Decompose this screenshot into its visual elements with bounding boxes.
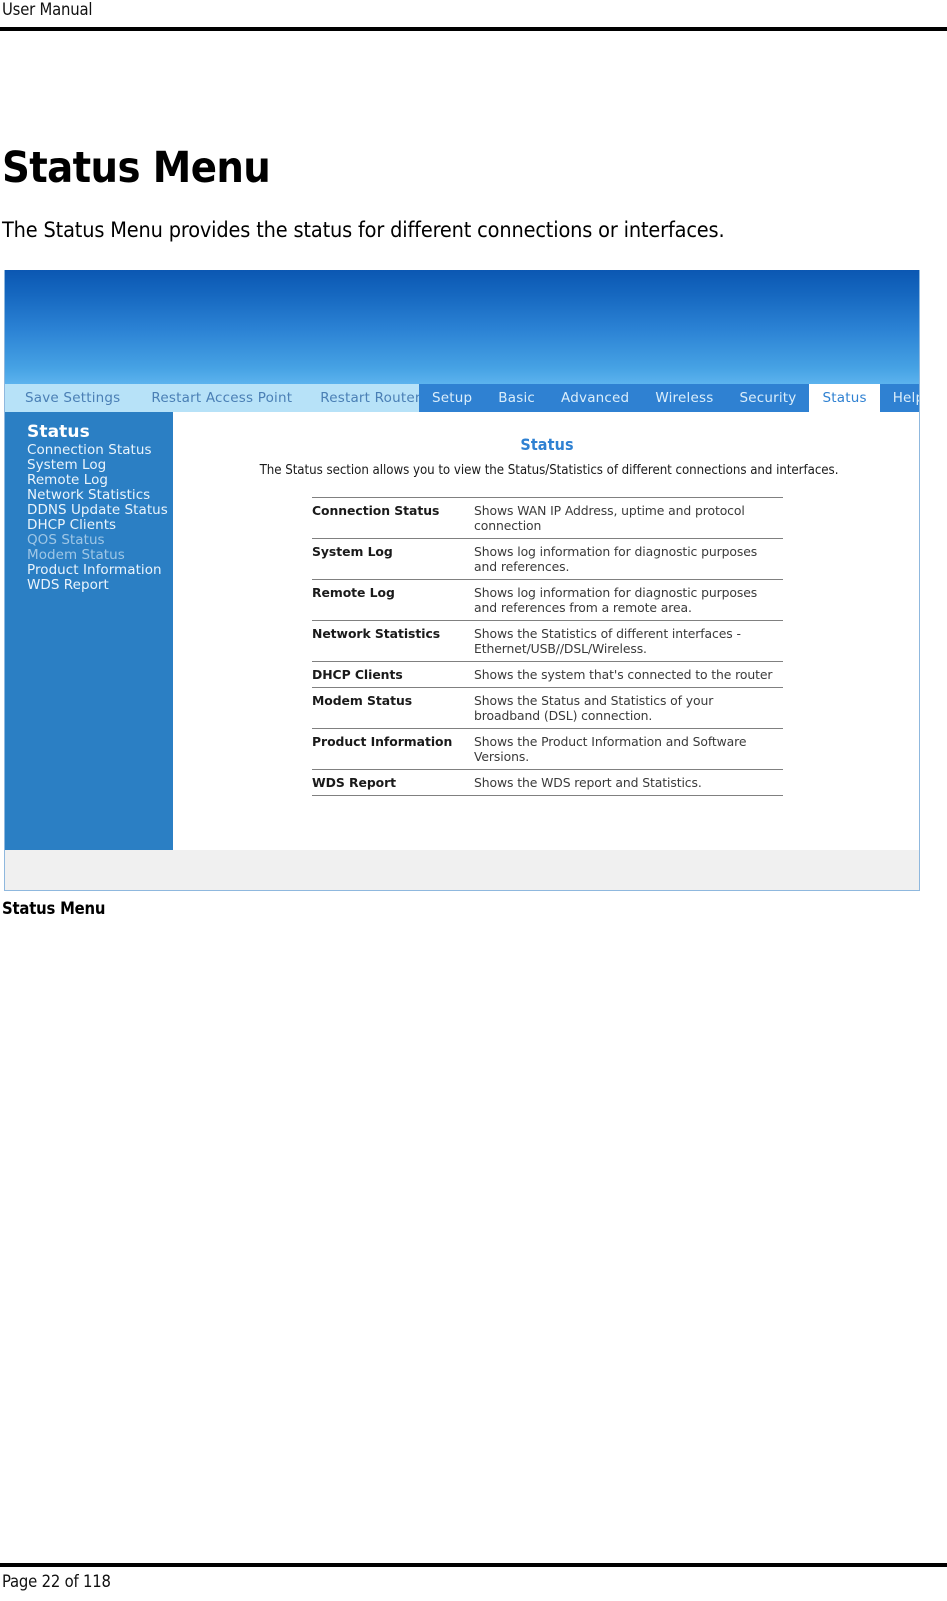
status-description-table: Connection Status Shows WAN IP Address, … (312, 497, 783, 796)
router-ui-screenshot: Save Settings Restart Access Point Resta… (4, 270, 920, 891)
sidebar-item-product-information[interactable]: Product Information (27, 562, 173, 578)
row-desc-connection-status: Shows WAN IP Address, uptime and protoco… (474, 497, 783, 539)
page-number: Page 22 of 118 (2, 1572, 111, 1591)
figure-caption: Status Menu (2, 899, 106, 918)
router-action-bar: Save Settings Restart Access Point Resta… (5, 384, 420, 412)
row-desc-network-statistics: Shows the Statistics of different interf… (474, 620, 783, 662)
page-header: User Manual (0, 0, 947, 31)
page-header-label: User Manual (2, 0, 93, 19)
tab-advanced[interactable]: Advanced (548, 384, 642, 412)
table-row: Connection Status Shows WAN IP Address, … (312, 497, 783, 539)
footer-divider (0, 1563, 947, 1567)
router-content-area: Status The Status section allows you to … (173, 412, 919, 850)
sidebar-item-qos-status[interactable]: QOS Status (27, 532, 173, 548)
table-row: WDS Report Shows the WDS report and Stat… (312, 769, 783, 796)
header-divider (0, 27, 947, 31)
content-title: Status (520, 435, 574, 454)
sidebar-item-network-statistics[interactable]: Network Statistics (27, 488, 173, 503)
row-name-remote-log: Remote Log (312, 579, 474, 621)
row-name-connection-status: Connection Status (312, 497, 474, 539)
sidebar-item-remote-log[interactable]: Remote Log (27, 473, 173, 488)
row-name-system-log: System Log (312, 538, 474, 580)
router-sidebar: Status Connection Status System Log Remo… (5, 412, 173, 850)
row-desc-product-information: Shows the Product Information and Softwa… (474, 728, 783, 770)
table-row: Remote Log Shows log information for dia… (312, 579, 783, 621)
page-title: Status Menu (2, 142, 271, 193)
table-row: System Log Shows log information for dia… (312, 538, 783, 580)
sidebar-item-ddns-update-status[interactable]: DDNS Update Status (27, 502, 173, 518)
tab-setup[interactable]: Setup (419, 384, 485, 412)
row-desc-modem-status: Shows the Status and Statistics of your … (474, 687, 783, 729)
row-desc-wds-report: Shows the WDS report and Statistics. (474, 769, 783, 796)
table-row: Modem Status Shows the Status and Statis… (312, 687, 783, 729)
router-banner (5, 270, 919, 384)
table-row: Product Information Shows the Product In… (312, 728, 783, 770)
tab-security[interactable]: Security (726, 384, 809, 412)
restart-access-point-link[interactable]: Restart Access Point (151, 390, 292, 406)
row-name-network-statistics: Network Statistics (312, 620, 474, 662)
table-row: Network Statistics Shows the Statistics … (312, 620, 783, 662)
row-name-wds-report: WDS Report (312, 769, 474, 796)
router-tab-bar: Setup Basic Advanced Wireless Security S… (419, 384, 919, 412)
row-desc-system-log: Shows log information for diagnostic pur… (474, 538, 783, 580)
row-name-product-information: Product Information (312, 728, 474, 770)
router-nav-bar: Save Settings Restart Access Point Resta… (5, 384, 919, 412)
content-subtitle: The Status section allows you to view th… (259, 463, 839, 478)
restart-router-link[interactable]: Restart Router (320, 390, 420, 406)
row-name-dhcp-clients: DHCP Clients (312, 661, 474, 688)
router-panel-footer (5, 850, 919, 890)
sidebar-item-connection-status[interactable]: Connection Status (27, 443, 173, 458)
sidebar-title: Status (27, 422, 90, 442)
sidebar-item-wds-report[interactable]: WDS Report (27, 577, 173, 593)
save-settings-link[interactable]: Save Settings (25, 390, 120, 406)
sidebar-item-dhcp-clients[interactable]: DHCP Clients (27, 517, 173, 533)
tab-wireless[interactable]: Wireless (642, 384, 726, 412)
sidebar-item-system-log[interactable]: System Log (27, 458, 173, 473)
row-desc-dhcp-clients: Shows the system that's connected to the… (474, 661, 783, 688)
row-name-modem-status: Modem Status (312, 687, 474, 729)
page-intro-text: The Status Menu provides the status for … (2, 217, 725, 243)
tab-help[interactable]: Help (880, 384, 919, 412)
tab-status[interactable]: Status (809, 384, 880, 412)
tab-basic[interactable]: Basic (485, 384, 548, 412)
row-desc-remote-log: Shows log information for diagnostic pur… (474, 579, 783, 621)
sidebar-item-modem-status[interactable]: Modem Status (27, 547, 173, 563)
table-row: DHCP Clients Shows the system that's con… (312, 661, 783, 688)
